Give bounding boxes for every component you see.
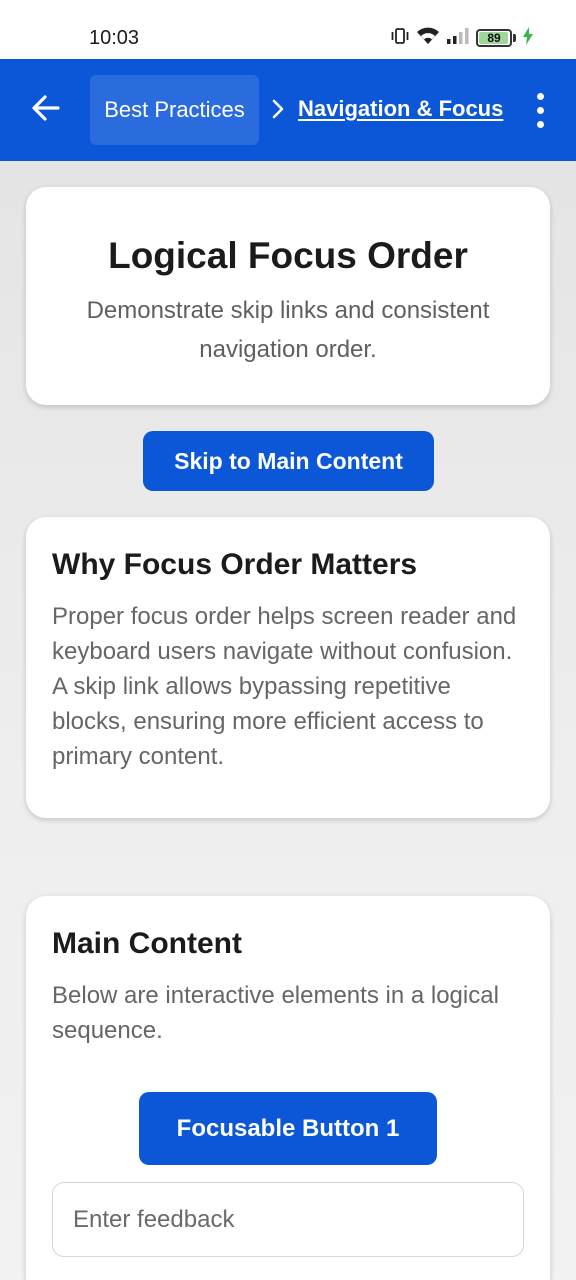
main-content-body: Below are interactive elements in a logi… <box>52 982 499 1044</box>
status-bar: 10:03 89 <box>0 0 576 59</box>
breadcrumb-navigation-focus[interactable]: Navigation & Focus <box>298 96 503 122</box>
page-title: Logical Focus Order <box>108 235 468 276</box>
status-time: 10:03 <box>89 27 140 49</box>
app-bar: Best Practices Navigation & Focus <box>0 59 576 161</box>
main-content-card: Main Content Below are interactive eleme… <box>26 896 550 1280</box>
status-icons: 89 <box>390 26 534 51</box>
focusable-button-1[interactable]: Focusable Button 1 <box>139 1092 437 1165</box>
feedback-input[interactable] <box>52 1182 524 1257</box>
more-options-button[interactable] <box>520 87 560 133</box>
more-vertical-icon <box>536 92 544 100</box>
battery-level: 89 <box>487 31 501 45</box>
arrow-left-icon <box>31 94 61 127</box>
skip-to-main-button[interactable]: Skip to Main Content <box>143 431 434 491</box>
battery-icon: 89 <box>476 29 512 47</box>
why-focus-card: Why Focus Order Matters Proper focus ord… <box>26 517 550 818</box>
signal-icon <box>446 26 470 51</box>
page-subtitle: Demonstrate skip links and consistent na… <box>86 297 490 363</box>
charging-icon <box>522 26 534 51</box>
main-content-title: Main Content <box>52 927 242 960</box>
vibrate-icon <box>390 26 410 51</box>
why-focus-title: Why Focus Order Matters <box>52 548 418 581</box>
hero-card: Logical Focus Order Demonstrate skip lin… <box>26 187 550 405</box>
wifi-icon <box>416 26 440 51</box>
chevron-right-icon <box>268 96 288 122</box>
breadcrumb-best-practices[interactable]: Best Practices <box>90 75 259 145</box>
back-button[interactable] <box>24 88 68 132</box>
why-focus-body: Proper focus order helps screen reader a… <box>52 603 517 770</box>
